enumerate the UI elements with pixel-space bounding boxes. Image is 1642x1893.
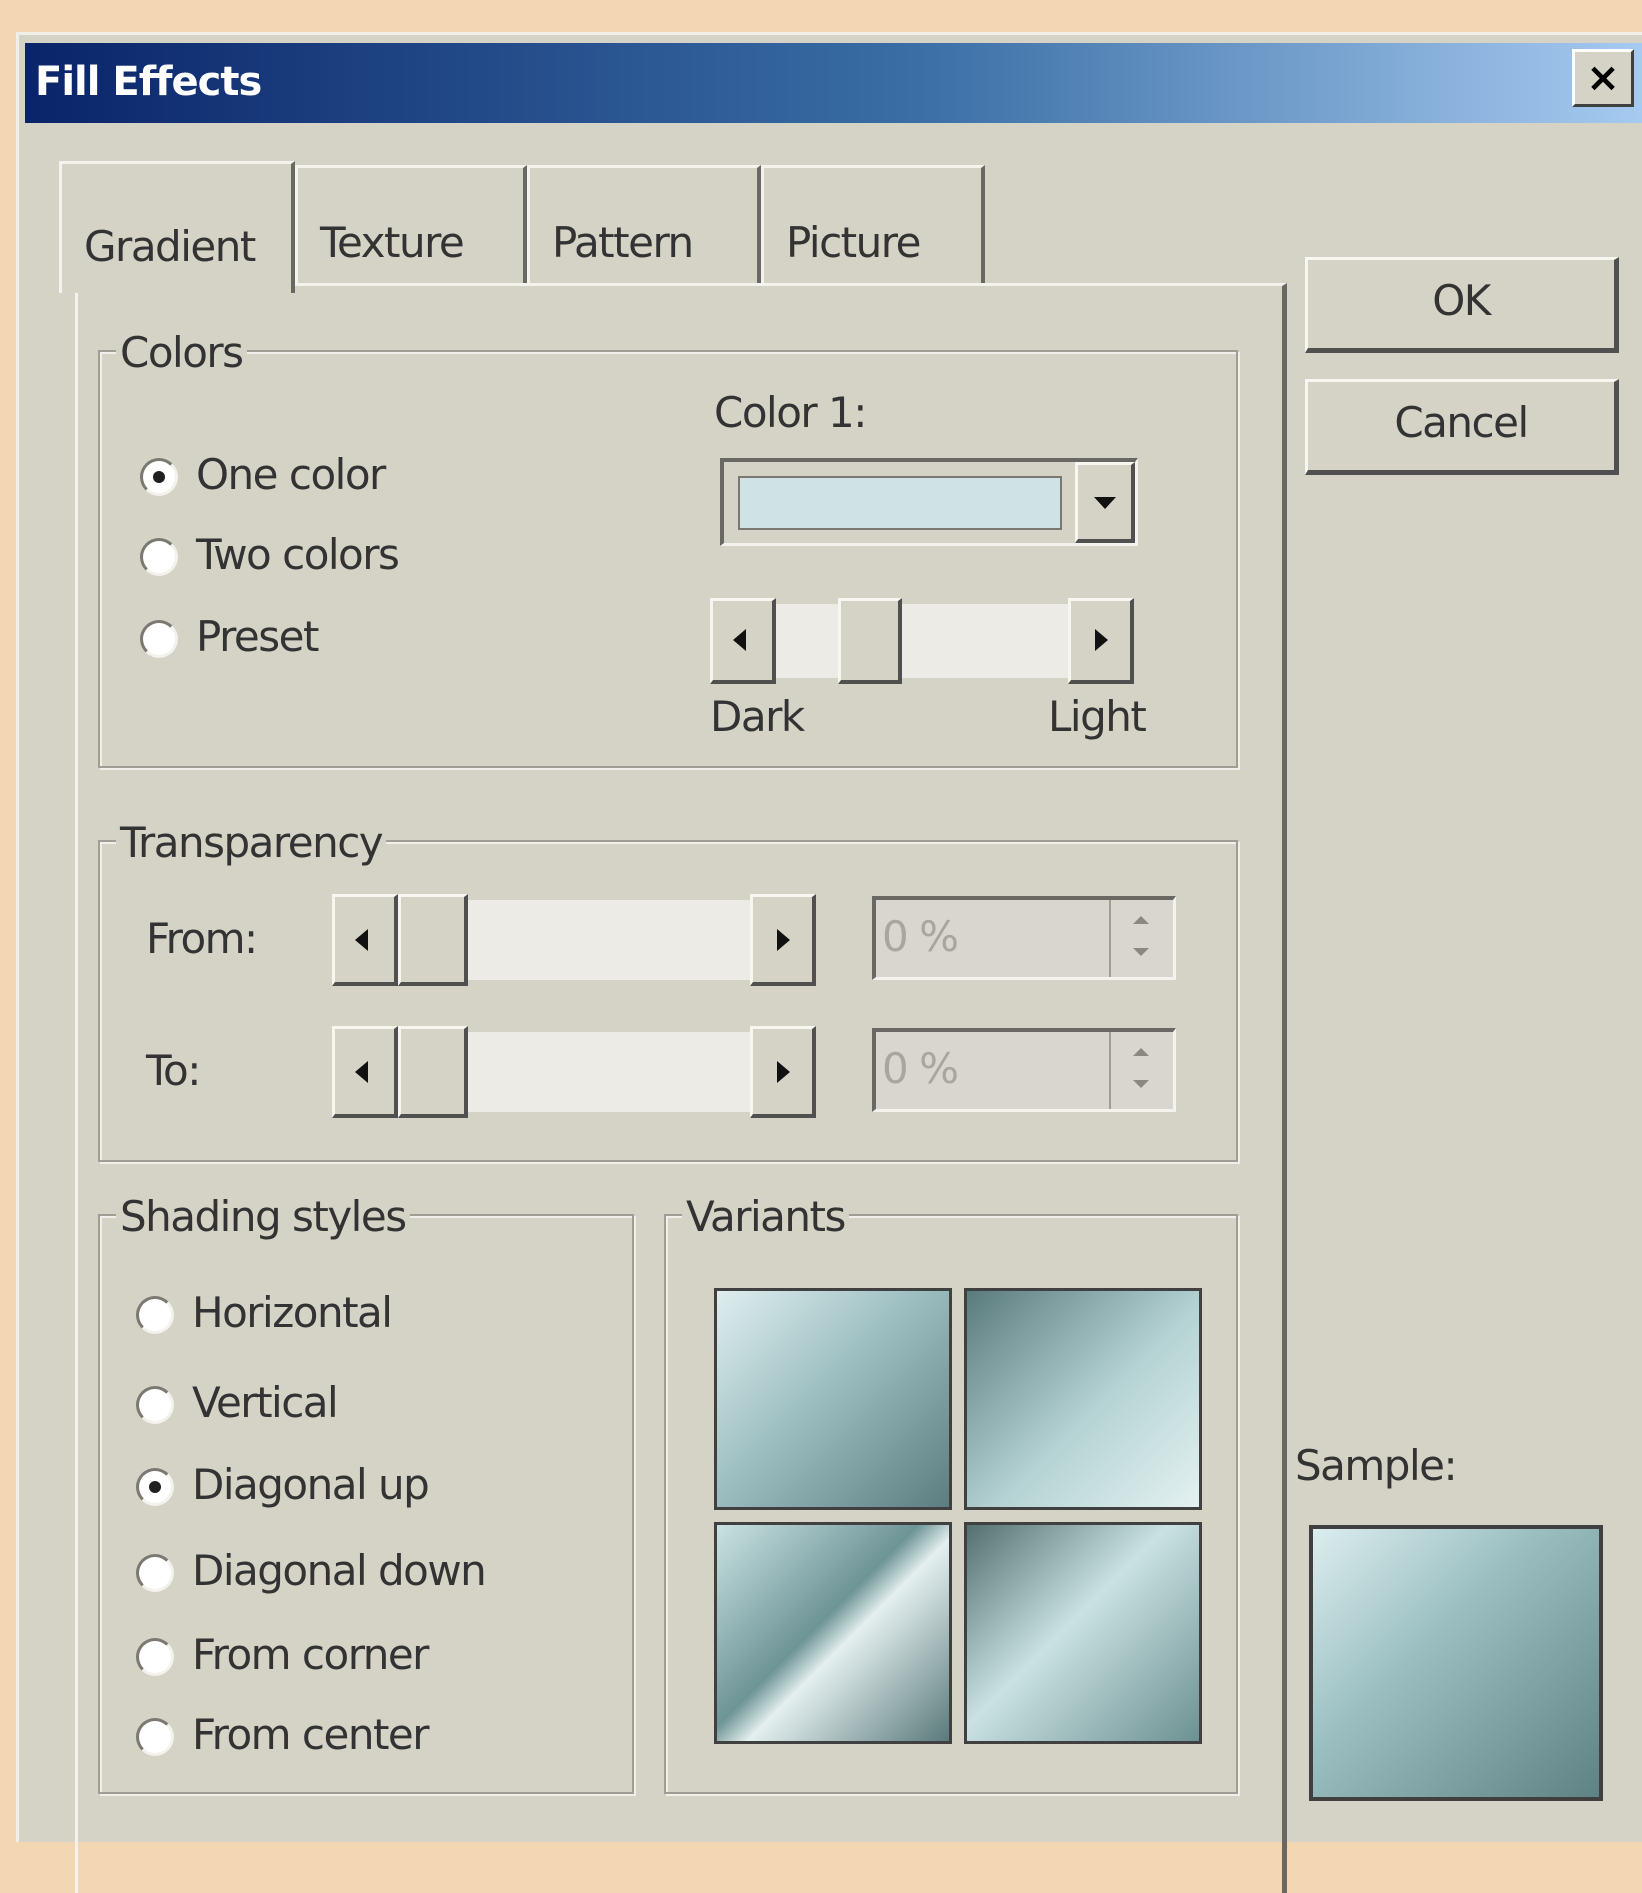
diagonal-down-radio[interactable] bbox=[136, 1554, 174, 1592]
sample-preview bbox=[1309, 1525, 1603, 1801]
one-color-label: One color bbox=[196, 450, 386, 499]
radio-selected-dot bbox=[153, 471, 165, 483]
horizontal-radio[interactable] bbox=[136, 1296, 174, 1334]
diagonal-down-label: Diagonal down bbox=[192, 1546, 487, 1595]
from-slider-right-button[interactable] bbox=[750, 894, 816, 986]
dark-light-slider[interactable] bbox=[710, 598, 1134, 684]
to-slider-left-button[interactable] bbox=[332, 1026, 398, 1118]
from-corner-label: From corner bbox=[192, 1630, 429, 1679]
slider-track[interactable] bbox=[776, 604, 1068, 678]
transparency-group: Transparency From: 0 % To: 0 % bbox=[98, 818, 1238, 1162]
horizontal-label: Horizontal bbox=[192, 1288, 393, 1337]
color1-label: Color 1: bbox=[714, 388, 867, 437]
from-percent-spinner[interactable]: 0 % bbox=[872, 896, 1176, 980]
variant-4[interactable] bbox=[964, 1522, 1202, 1744]
shading-styles-group: Shading styles Horizontal Vertical Diago… bbox=[98, 1192, 634, 1794]
from-label: From: bbox=[146, 914, 258, 963]
chevron-down-icon bbox=[1094, 497, 1116, 509]
slider-thumb[interactable] bbox=[838, 598, 902, 684]
to-slider-right-button[interactable] bbox=[750, 1026, 816, 1118]
from-slider-left-button[interactable] bbox=[332, 894, 398, 986]
from-spinner-buttons[interactable] bbox=[1109, 900, 1173, 977]
arrow-up-icon bbox=[1133, 1048, 1149, 1056]
arrow-left-icon bbox=[355, 1061, 368, 1083]
tab-label: Picture bbox=[786, 218, 921, 267]
slider-left-button[interactable] bbox=[710, 598, 776, 684]
tab-pattern[interactable]: Pattern bbox=[527, 165, 761, 283]
from-slider-thumb[interactable] bbox=[398, 894, 468, 986]
sample-label: Sample: bbox=[1295, 1441, 1458, 1490]
arrow-right-icon bbox=[1095, 629, 1108, 651]
from-center-label: From center bbox=[192, 1710, 430, 1759]
color1-swatch bbox=[738, 476, 1062, 530]
two-colors-radio[interactable] bbox=[140, 538, 178, 576]
fill-effects-dialog: Fill Effects × Gradient Texture Pattern … bbox=[16, 32, 1642, 1893]
variant-3[interactable] bbox=[714, 1522, 952, 1744]
transparency-group-label: Transparency bbox=[116, 818, 387, 867]
diagonal-up-label: Diagonal up bbox=[192, 1460, 430, 1509]
vertical-label: Vertical bbox=[192, 1378, 339, 1427]
arrow-down-icon bbox=[1133, 1080, 1149, 1088]
tab-label: Gradient bbox=[84, 222, 256, 271]
arrow-up-icon bbox=[1133, 916, 1149, 924]
tab-picture[interactable]: Picture bbox=[761, 165, 985, 283]
shading-styles-group-label: Shading styles bbox=[116, 1192, 410, 1241]
tab-label: Pattern bbox=[552, 218, 694, 267]
from-slider[interactable] bbox=[332, 894, 816, 986]
cancel-label: Cancel bbox=[1394, 398, 1529, 447]
from-center-radio[interactable] bbox=[136, 1718, 174, 1756]
radio-selected-dot bbox=[149, 1481, 161, 1493]
variants-group: Variants bbox=[664, 1192, 1238, 1794]
slider-right-button[interactable] bbox=[1068, 598, 1134, 684]
tab-gradient[interactable]: Gradient bbox=[59, 161, 295, 293]
ok-label: OK bbox=[1432, 276, 1491, 325]
arrow-left-icon bbox=[355, 929, 368, 951]
cancel-button[interactable]: Cancel bbox=[1305, 379, 1619, 475]
title-bar[interactable]: Fill Effects × bbox=[25, 43, 1642, 123]
preset-label: Preset bbox=[196, 612, 319, 661]
arrow-left-icon bbox=[733, 629, 746, 651]
arrow-down-icon bbox=[1133, 948, 1149, 956]
to-slider[interactable] bbox=[332, 1026, 816, 1118]
ok-button[interactable]: OK bbox=[1305, 257, 1619, 353]
variants-group-label: Variants bbox=[682, 1192, 849, 1241]
dark-label: Dark bbox=[710, 692, 805, 741]
gradient-tab-panel: Colors One color Two colors Preset Color… bbox=[75, 283, 1287, 1893]
from-percent-value: 0 % bbox=[882, 912, 959, 961]
light-label: Light bbox=[1048, 692, 1147, 741]
colors-group-label: Colors bbox=[116, 328, 247, 377]
tab-texture[interactable]: Texture bbox=[295, 165, 527, 283]
arrow-right-icon bbox=[777, 929, 790, 951]
close-button[interactable]: × bbox=[1572, 49, 1634, 107]
preset-radio[interactable] bbox=[140, 620, 178, 658]
variant-1[interactable] bbox=[714, 1288, 952, 1510]
color1-dropdown[interactable] bbox=[720, 458, 1138, 546]
to-label: To: bbox=[146, 1046, 201, 1095]
color1-dropdown-button[interactable] bbox=[1075, 462, 1135, 543]
two-colors-label: Two colors bbox=[196, 530, 400, 579]
vertical-radio[interactable] bbox=[136, 1386, 174, 1424]
to-percent-value: 0 % bbox=[882, 1044, 959, 1093]
colors-group: Colors One color Two colors Preset Color… bbox=[98, 328, 1238, 768]
diagonal-up-radio[interactable] bbox=[136, 1468, 174, 1506]
dialog-title: Fill Effects bbox=[35, 59, 262, 105]
to-percent-spinner[interactable]: 0 % bbox=[872, 1028, 1176, 1112]
one-color-radio[interactable] bbox=[140, 458, 178, 496]
arrow-right-icon bbox=[777, 1061, 790, 1083]
tab-label: Texture bbox=[320, 218, 465, 267]
close-icon: × bbox=[1586, 55, 1620, 101]
to-slider-thumb[interactable] bbox=[398, 1026, 468, 1118]
from-corner-radio[interactable] bbox=[136, 1638, 174, 1676]
to-spinner-buttons[interactable] bbox=[1109, 1032, 1173, 1109]
variant-2[interactable] bbox=[964, 1288, 1202, 1510]
